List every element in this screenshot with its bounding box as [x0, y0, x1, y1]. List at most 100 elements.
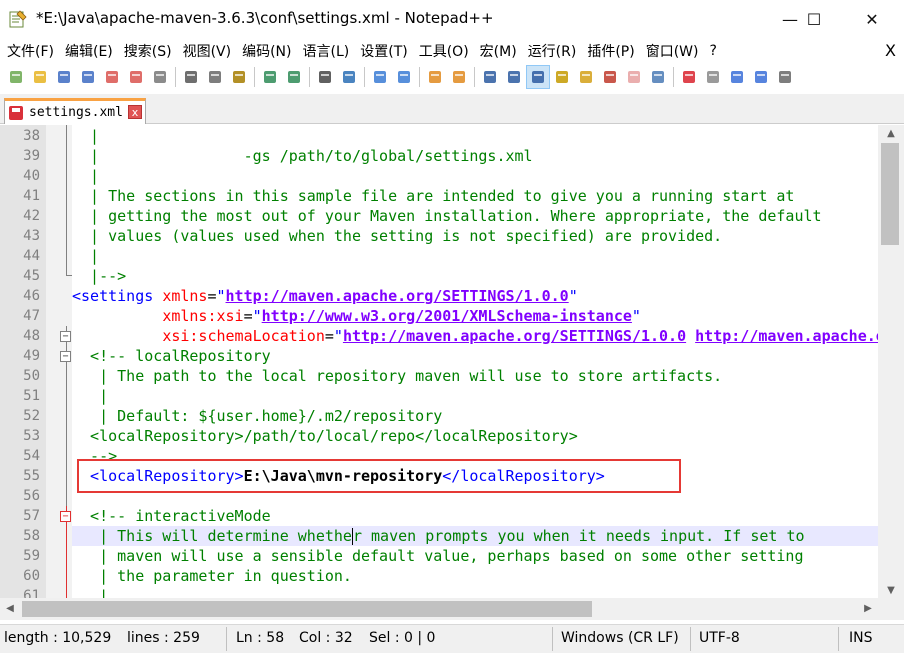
- status-length: length : 10,529: [4, 630, 112, 646]
- word-wrap-icon[interactable]: [478, 65, 502, 89]
- save-all-icon[interactable]: [76, 65, 100, 89]
- new-icon[interactable]: [4, 65, 28, 89]
- horizontal-scroll-thumb[interactable]: [22, 601, 592, 617]
- undo-icon[interactable]: [258, 65, 282, 89]
- menu-item[interactable]: 工具(O): [412, 41, 473, 61]
- code-token: <!-- localRepository: [72, 347, 271, 365]
- fold-toggle-icon[interactable]: −: [60, 331, 71, 342]
- save-icon[interactable]: [52, 65, 76, 89]
- redo-icon[interactable]: [282, 65, 306, 89]
- sync-horizontal-icon[interactable]: [447, 65, 471, 89]
- code-line[interactable]: <settings xmlns="http://maven.apache.org…: [72, 286, 878, 306]
- status-lines: lines : 259: [127, 630, 200, 646]
- copy-icon[interactable]: [203, 65, 227, 89]
- close-icon[interactable]: [100, 65, 124, 89]
- save-macro-icon[interactable]: [773, 65, 797, 89]
- scroll-up-icon[interactable]: ▲: [878, 125, 904, 143]
- code-line[interactable]: <localRepository>E:\Java\mvn-repository<…: [72, 466, 878, 486]
- maximize-button[interactable]: ☐: [791, 0, 837, 38]
- fold-toggle-icon[interactable]: −: [60, 511, 71, 522]
- doc-map-icon[interactable]: [574, 65, 598, 89]
- code-line[interactable]: <!-- interactiveMode: [72, 506, 878, 526]
- tab-close-button[interactable]: x: [128, 105, 142, 119]
- code-line[interactable]: -->: [72, 446, 878, 466]
- monitor-icon[interactable]: [646, 65, 670, 89]
- record-macro-icon[interactable]: [677, 65, 701, 89]
- status-insert-mode[interactable]: INS: [849, 630, 873, 646]
- fold-toggle-icon[interactable]: −: [60, 351, 71, 362]
- scroll-left-icon[interactable]: ◀: [0, 598, 20, 620]
- close-window-button[interactable]: ✕: [849, 0, 895, 38]
- code-line[interactable]: | This will determine whether maven prom…: [72, 526, 878, 546]
- code-line[interactable]: | the parameter in question.: [72, 566, 878, 586]
- code-token: ": [631, 307, 641, 325]
- menu-item[interactable]: 视图(V): [176, 41, 236, 61]
- menu-item[interactable]: 插件(P): [580, 41, 638, 61]
- code-line[interactable]: | -gs /path/to/global/settings.xml: [72, 146, 878, 166]
- menu-item[interactable]: 窗口(W): [639, 41, 703, 61]
- menu-item[interactable]: 宏(M): [473, 41, 521, 61]
- code-token: r maven prompts you when it needs input.…: [352, 527, 805, 545]
- fold-margin[interactable]: − − −: [46, 125, 72, 600]
- folder-workspace-icon[interactable]: [622, 65, 646, 89]
- code-area[interactable]: | | -gs /path/to/global/settings.xml | |…: [72, 125, 878, 600]
- play-macro-icon[interactable]: [725, 65, 749, 89]
- code-line[interactable]: | The sections in this sample file are i…: [72, 186, 878, 206]
- code-line[interactable]: xsi:schemaLocation="http://maven.apache.…: [72, 326, 878, 346]
- menu-item[interactable]: 编码(N): [235, 41, 295, 61]
- code-line[interactable]: |: [72, 386, 878, 406]
- open-icon[interactable]: [28, 65, 52, 89]
- print-icon[interactable]: [148, 65, 172, 89]
- menu-item[interactable]: 语言(L): [296, 41, 354, 61]
- code-line[interactable]: |: [72, 246, 878, 266]
- replace-icon[interactable]: [337, 65, 361, 89]
- code-line[interactable]: | The path to the local repository maven…: [72, 366, 878, 386]
- tab-settings-xml[interactable]: settings.xml x: [4, 98, 146, 124]
- status-divider: [690, 627, 691, 651]
- status-bar: length : 10,529 lines : 259 Ln : 58 Col …: [0, 624, 904, 653]
- code-line[interactable]: <!-- localRepository: [72, 346, 878, 366]
- code-line[interactable]: xmlns:xsi="http://www.w3.org/2001/XMLSch…: [72, 306, 878, 326]
- code-line[interactable]: |-->: [72, 266, 878, 286]
- menu-item[interactable]: 文件(F): [0, 41, 58, 61]
- all-chars-icon[interactable]: [502, 65, 526, 89]
- vertical-scroll-thumb[interactable]: [881, 143, 899, 245]
- code-line[interactable]: | values (values used when the setting i…: [72, 226, 878, 246]
- menu-item[interactable]: 设置(T): [353, 41, 411, 61]
- function-list-icon[interactable]: [598, 65, 622, 89]
- menu-item[interactable]: 运行(R): [521, 41, 581, 61]
- menu-item[interactable]: 搜索(S): [117, 41, 176, 61]
- code-line[interactable]: | maven will use a sensible default valu…: [72, 546, 878, 566]
- code-line[interactable]: | Default: ${user.home}/.m2/repository: [72, 406, 878, 426]
- window-title: *E:\Java\apache-maven-3.6.3\conf\setting…: [36, 9, 494, 27]
- status-eol[interactable]: Windows (CR LF): [561, 630, 679, 646]
- toolbar-separator: [673, 67, 674, 87]
- scroll-right-icon[interactable]: ▶: [858, 598, 878, 620]
- menu-item[interactable]: ?: [703, 43, 721, 59]
- code-line[interactable]: |: [72, 126, 878, 146]
- code-line[interactable]: [72, 486, 878, 506]
- find-icon[interactable]: [313, 65, 337, 89]
- udl-icon[interactable]: [550, 65, 574, 89]
- stop-macro-icon[interactable]: [701, 65, 725, 89]
- line-number: 55: [23, 468, 40, 484]
- code-line[interactable]: <localRepository>/path/to/local/repo</lo…: [72, 426, 878, 446]
- zoom-out-icon[interactable]: [392, 65, 416, 89]
- run-macro-multiple-icon[interactable]: [749, 65, 773, 89]
- horizontal-scrollbar[interactable]: ◀ ▶: [0, 598, 904, 620]
- sync-vertical-icon[interactable]: [423, 65, 447, 89]
- close-document-button[interactable]: X: [885, 41, 896, 60]
- vertical-scrollbar[interactable]: ▲ ▼: [878, 125, 904, 600]
- line-number: 59: [23, 548, 40, 564]
- menu-item[interactable]: 编辑(E): [58, 41, 117, 61]
- code-line[interactable]: |: [72, 166, 878, 186]
- status-encoding[interactable]: UTF-8: [699, 630, 740, 646]
- cut-icon[interactable]: [179, 65, 203, 89]
- zoom-in-icon[interactable]: [368, 65, 392, 89]
- indent-guide-icon[interactable]: [526, 65, 550, 89]
- paste-icon[interactable]: [227, 65, 251, 89]
- close-all-icon[interactable]: [124, 65, 148, 89]
- editor[interactable]: 38 39 40 41 42 43 44 45 46 47 48 49 50 51 52 53 54 55 56 57…: [0, 125, 904, 600]
- code-line[interactable]: | getting the most out of your Maven ins…: [72, 206, 878, 226]
- line-number: 49: [23, 348, 40, 364]
